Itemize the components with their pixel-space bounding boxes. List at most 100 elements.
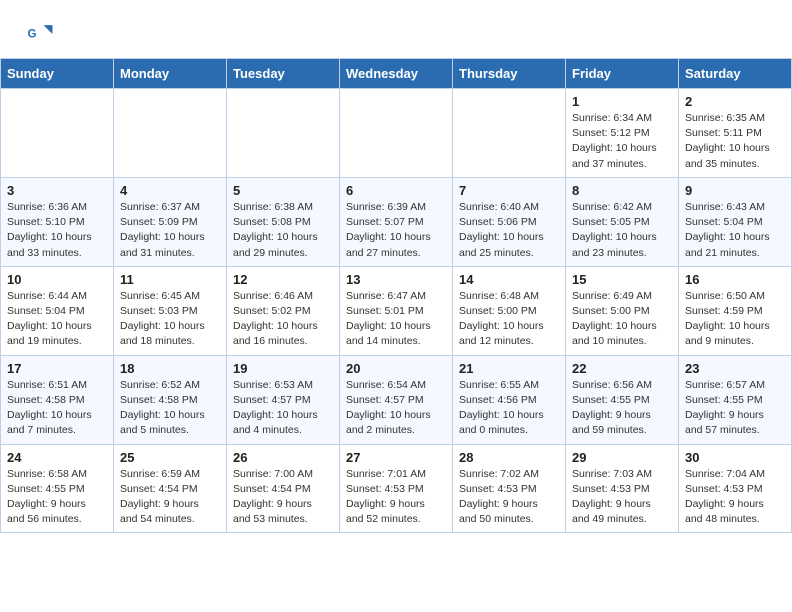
col-header-tuesday: Tuesday: [227, 59, 340, 89]
day-info: Sunrise: 6:34 AMSunset: 5:12 PMDaylight:…: [572, 111, 672, 172]
day-number: 23: [685, 361, 785, 376]
day-info: Sunrise: 6:45 AMSunset: 5:03 PMDaylight:…: [120, 289, 220, 350]
calendar-cell: 25 Sunrise: 6:59 AMSunset: 4:54 PMDayligh…: [114, 444, 227, 533]
day-number: 12: [233, 272, 333, 287]
calendar-header-row: SundayMondayTuesdayWednesdayThursdayFrid…: [1, 59, 792, 89]
day-number: 30: [685, 450, 785, 465]
day-number: 1: [572, 94, 672, 109]
day-number: 15: [572, 272, 672, 287]
calendar-cell: [453, 89, 566, 178]
day-number: 14: [459, 272, 559, 287]
calendar-table: SundayMondayTuesdayWednesdayThursdayFrid…: [0, 58, 792, 533]
day-number: 6: [346, 183, 446, 198]
calendar-cell: 19 Sunrise: 6:53 AMSunset: 4:57 PMDayligh…: [227, 355, 340, 444]
calendar-week-1: 1 Sunrise: 6:34 AMSunset: 5:12 PMDaylight…: [1, 89, 792, 178]
calendar-cell: 3 Sunrise: 6:36 AMSunset: 5:10 PMDaylight…: [1, 177, 114, 266]
calendar-week-5: 24 Sunrise: 6:58 AMSunset: 4:55 PMDayligh…: [1, 444, 792, 533]
day-info: Sunrise: 6:55 AMSunset: 4:56 PMDaylight:…: [459, 378, 559, 439]
day-info: Sunrise: 7:04 AMSunset: 4:53 PMDaylight:…: [685, 467, 785, 528]
day-number: 17: [7, 361, 107, 376]
day-info: Sunrise: 6:57 AMSunset: 4:55 PMDaylight:…: [685, 378, 785, 439]
calendar-cell: 22 Sunrise: 6:56 AMSunset: 4:55 PMDayligh…: [566, 355, 679, 444]
day-info: Sunrise: 6:56 AMSunset: 4:55 PMDaylight:…: [572, 378, 672, 439]
day-info: Sunrise: 6:36 AMSunset: 5:10 PMDaylight:…: [7, 200, 107, 261]
day-info: Sunrise: 6:37 AMSunset: 5:09 PMDaylight:…: [120, 200, 220, 261]
calendar-cell: 5Sunrise: 6:38 AMSunset: 5:08 PMDaylight…: [227, 177, 340, 266]
calendar-cell: 2 Sunrise: 6:35 AMSunset: 5:11 PMDaylight…: [679, 89, 792, 178]
calendar-week-3: 10 Sunrise: 6:44 AMSunset: 5:04 PMDayligh…: [1, 266, 792, 355]
day-number: 22: [572, 361, 672, 376]
calendar-cell: 14 Sunrise: 6:48 AMSunset: 5:00 PMDayligh…: [453, 266, 566, 355]
day-info: Sunrise: 6:58 AMSunset: 4:55 PMDaylight:…: [7, 467, 107, 528]
calendar-cell: 13 Sunrise: 6:47 AMSunset: 5:01 PMDayligh…: [340, 266, 453, 355]
day-info: Sunrise: 6:44 AMSunset: 5:04 PMDaylight:…: [7, 289, 107, 350]
logo-icon: G: [24, 18, 56, 50]
day-number: 2: [685, 94, 785, 109]
calendar-cell: 28Sunrise: 7:02 AMSunset: 4:53 PMDayligh…: [453, 444, 566, 533]
day-number: 7: [459, 183, 559, 198]
calendar-cell: 26Sunrise: 7:00 AMSunset: 4:54 PMDayligh…: [227, 444, 340, 533]
day-info: Sunrise: 7:00 AMSunset: 4:54 PMDaylight:…: [233, 467, 333, 528]
day-info: Sunrise: 6:42 AMSunset: 5:05 PMDaylight:…: [572, 200, 672, 261]
day-info: Sunrise: 6:48 AMSunset: 5:00 PMDaylight:…: [459, 289, 559, 350]
calendar-week-4: 17 Sunrise: 6:51 AMSunset: 4:58 PMDayligh…: [1, 355, 792, 444]
page-header: G: [0, 0, 792, 58]
day-info: Sunrise: 6:49 AMSunset: 5:00 PMDaylight:…: [572, 289, 672, 350]
calendar-cell: 10 Sunrise: 6:44 AMSunset: 5:04 PMDayligh…: [1, 266, 114, 355]
day-info: Sunrise: 6:53 AMSunset: 4:57 PMDaylight:…: [233, 378, 333, 439]
calendar-cell: 29Sunrise: 7:03 AMSunset: 4:53 PMDayligh…: [566, 444, 679, 533]
calendar-cell: 30 Sunrise: 7:04 AMSunset: 4:53 PMDayligh…: [679, 444, 792, 533]
day-number: 3: [7, 183, 107, 198]
day-number: 11: [120, 272, 220, 287]
day-info: Sunrise: 6:43 AMSunset: 5:04 PMDaylight:…: [685, 200, 785, 261]
calendar-cell: 18 Sunrise: 6:52 AMSunset: 4:58 PMDayligh…: [114, 355, 227, 444]
col-header-monday: Monday: [114, 59, 227, 89]
calendar-cell: 9 Sunrise: 6:43 AMSunset: 5:04 PMDaylight…: [679, 177, 792, 266]
day-number: 16: [685, 272, 785, 287]
day-info: Sunrise: 6:51 AMSunset: 4:58 PMDaylight:…: [7, 378, 107, 439]
col-header-friday: Friday: [566, 59, 679, 89]
day-number: 4: [120, 183, 220, 198]
calendar-cell: 27 Sunrise: 7:01 AMSunset: 4:53 PMDayligh…: [340, 444, 453, 533]
calendar-cell: 17 Sunrise: 6:51 AMSunset: 4:58 PMDayligh…: [1, 355, 114, 444]
col-header-thursday: Thursday: [453, 59, 566, 89]
calendar-cell: 8 Sunrise: 6:42 AMSunset: 5:05 PMDaylight…: [566, 177, 679, 266]
day-number: 20: [346, 361, 446, 376]
calendar-cell: 21 Sunrise: 6:55 AMSunset: 4:56 PMDayligh…: [453, 355, 566, 444]
day-info: Sunrise: 6:52 AMSunset: 4:58 PMDaylight:…: [120, 378, 220, 439]
day-info: Sunrise: 6:59 AMSunset: 4:54 PMDaylight:…: [120, 467, 220, 528]
day-number: 13: [346, 272, 446, 287]
day-info: Sunrise: 6:38 AMSunset: 5:08 PMDaylight:…: [233, 200, 333, 261]
day-info: Sunrise: 6:47 AMSunset: 5:01 PMDaylight:…: [346, 289, 446, 350]
day-number: 10: [7, 272, 107, 287]
day-info: Sunrise: 6:54 AMSunset: 4:57 PMDaylight:…: [346, 378, 446, 439]
day-info: Sunrise: 6:39 AMSunset: 5:07 PMDaylight:…: [346, 200, 446, 261]
day-info: Sunrise: 7:01 AMSunset: 4:53 PMDaylight:…: [346, 467, 446, 528]
col-header-sunday: Sunday: [1, 59, 114, 89]
logo: G: [24, 18, 62, 50]
day-number: 21: [459, 361, 559, 376]
col-header-wednesday: Wednesday: [340, 59, 453, 89]
col-header-saturday: Saturday: [679, 59, 792, 89]
day-info: Sunrise: 6:46 AMSunset: 5:02 PMDaylight:…: [233, 289, 333, 350]
calendar-cell: 6 Sunrise: 6:39 AMSunset: 5:07 PMDaylight…: [340, 177, 453, 266]
day-number: 25: [120, 450, 220, 465]
calendar-week-2: 3 Sunrise: 6:36 AMSunset: 5:10 PMDaylight…: [1, 177, 792, 266]
calendar-cell: 23 Sunrise: 6:57 AMSunset: 4:55 PMDayligh…: [679, 355, 792, 444]
calendar-cell: [1, 89, 114, 178]
day-info: Sunrise: 6:50 AMSunset: 4:59 PMDaylight:…: [685, 289, 785, 350]
day-number: 9: [685, 183, 785, 198]
day-number: 27: [346, 450, 446, 465]
day-number: 19: [233, 361, 333, 376]
calendar-cell: 11 Sunrise: 6:45 AMSunset: 5:03 PMDayligh…: [114, 266, 227, 355]
day-info: Sunrise: 7:02 AMSunset: 4:53 PMDaylight:…: [459, 467, 559, 528]
day-number: 8: [572, 183, 672, 198]
day-number: 18: [120, 361, 220, 376]
day-info: Sunrise: 6:35 AMSunset: 5:11 PMDaylight:…: [685, 111, 785, 172]
calendar-cell: [227, 89, 340, 178]
calendar-cell: 7Sunrise: 6:40 AMSunset: 5:06 PMDaylight…: [453, 177, 566, 266]
day-number: 24: [7, 450, 107, 465]
calendar-cell: 24 Sunrise: 6:58 AMSunset: 4:55 PMDayligh…: [1, 444, 114, 533]
calendar-cell: 20 Sunrise: 6:54 AMSunset: 4:57 PMDayligh…: [340, 355, 453, 444]
day-number: 29: [572, 450, 672, 465]
